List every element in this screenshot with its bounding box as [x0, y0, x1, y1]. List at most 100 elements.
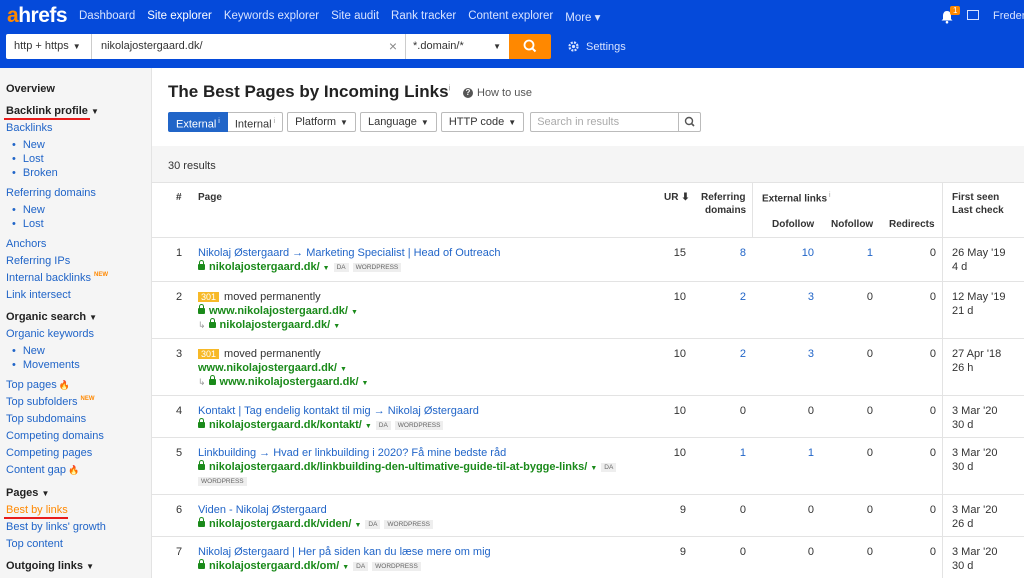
sidebar-outgoing-links[interactable]: Outgoing links ▼ — [6, 560, 94, 572]
target-input[interactable]: nikolajostergaard.dk/× — [92, 34, 405, 59]
row-url[interactable]: nikolajostergaard.dk/om/▼ DA WORDPRESS — [198, 559, 421, 572]
col-redirects[interactable]: Redirects — [889, 219, 935, 230]
settings-button[interactable]: Settings — [567, 40, 626, 53]
sidebar-overview[interactable]: Overview — [6, 83, 55, 95]
col-ur[interactable]: UR ⬇ — [664, 192, 690, 203]
row-dofollow[interactable]: 1 — [794, 447, 814, 459]
search-button[interactable] — [509, 34, 551, 59]
row-dofollow[interactable]: 3 — [794, 348, 814, 360]
row-url[interactable]: nikolajostergaard.dk/kontakt/▼ DA WORDPRES… — [198, 418, 444, 431]
sidebar-top-pages[interactable]: Top pages 🔥 — [6, 379, 70, 391]
sidebar-ok-movements[interactable]: Movements — [12, 359, 80, 371]
row-url[interactable]: www.nikolajostergaard.dk/▼ — [198, 304, 358, 317]
filter-language[interactable]: Language ▼ — [359, 112, 437, 132]
row-url[interactable]: nikolajostergaard.dk/viden/▼ DA WORDPRESS — [198, 517, 434, 530]
filter-external[interactable]: External i — [168, 112, 228, 132]
sidebar-pages[interactable]: Pages ▼ — [6, 487, 49, 499]
sidebar-competing-pages[interactable]: Competing pages — [6, 447, 92, 459]
search-results-input[interactable]: Search in results — [530, 112, 680, 132]
chevron-down-icon[interactable]: ▼ — [323, 265, 330, 272]
row-url-text[interactable]: www.nikolajostergaard.dk/ — [198, 362, 337, 374]
protocol-select[interactable]: http + https ▼ — [6, 34, 92, 59]
chevron-down-icon[interactable]: ▼ — [354, 522, 361, 529]
sidebar-backlink-profile[interactable]: Backlink profile ▼ — [6, 105, 99, 117]
row-url-text[interactable]: www.nikolajostergaard.dk/ — [209, 305, 348, 317]
row-page-title[interactable]: Viden - Nikolaj Østergaard — [198, 504, 327, 516]
row-referring-domains[interactable]: 2 — [726, 348, 746, 360]
sidebar-referring-ips[interactable]: Referring IPs — [6, 255, 70, 267]
sidebar-top-subdomains[interactable]: Top subdomains — [6, 413, 86, 425]
sidebar-rd-lost[interactable]: Lost — [12, 218, 44, 230]
nav-site-audit[interactable]: Site audit — [331, 10, 379, 24]
how-to-use-link[interactable]: ? How to use — [463, 87, 532, 99]
col-page[interactable]: Page — [198, 192, 222, 203]
sidebar-backlinks-broken[interactable]: Broken — [12, 167, 58, 179]
row-dofollow[interactable]: 10 — [794, 247, 814, 259]
row-nofollow[interactable]: 1 — [853, 247, 873, 259]
mode-select[interactable]: *.domain/* ▼ — [405, 34, 509, 59]
chevron-down-icon[interactable]: ▼ — [333, 323, 340, 330]
sidebar-link-intersect[interactable]: Link intersect — [6, 289, 71, 301]
chevron-down-icon[interactable]: ▼ — [342, 564, 349, 571]
nav-site-explorer[interactable]: Site explorer — [147, 10, 212, 24]
row-url[interactable]: nikolajostergaard.dk/▼ — [208, 318, 340, 331]
nav-rank-tracker[interactable]: Rank tracker — [391, 10, 456, 24]
row-url-text[interactable]: nikolajostergaard.dk/linkbuilding-den-ul… — [209, 461, 587, 473]
sidebar-referring-domains[interactable]: Referring domains — [6, 187, 96, 199]
chevron-down-icon[interactable]: ▼ — [365, 423, 372, 430]
chevron-down-icon[interactable]: ▼ — [340, 366, 347, 373]
search-results-button[interactable] — [679, 112, 702, 132]
row-page-title[interactable]: Linkbuilding → Hvad er linkbuilding i 20… — [198, 447, 506, 459]
row-referring-domains[interactable]: 8 — [726, 247, 746, 259]
sidebar-anchors[interactable]: Anchors — [6, 238, 46, 250]
sidebar-best-by-links-growth[interactable]: Best by links' growth — [6, 521, 106, 533]
chevron-down-icon[interactable]: ▼ — [362, 380, 369, 387]
nav-dashboard[interactable]: Dashboard — [79, 10, 135, 24]
sidebar-top-content[interactable]: Top content — [6, 538, 63, 550]
row-dofollow[interactable]: 3 — [794, 291, 814, 303]
filter-internal[interactable]: Internal i — [227, 112, 284, 132]
col-dofollow[interactable]: Dofollow — [772, 219, 814, 230]
sidebar-organic-keywords[interactable]: Organic keywords — [6, 328, 94, 340]
row-url-text[interactable]: nikolajostergaard.dk/ — [220, 319, 331, 331]
sidebar-backlinks-new[interactable]: New — [12, 139, 45, 151]
row-url[interactable]: nikolajostergaard.dk/linkbuilding-den-ul… — [198, 460, 617, 473]
user-menu[interactable]: Freder — [993, 10, 1024, 22]
col-nofollow[interactable]: Nofollow — [831, 219, 873, 230]
chevron-down-icon[interactable]: ▼ — [590, 465, 597, 472]
sidebar-rd-new[interactable]: New — [12, 204, 45, 216]
row-url-text[interactable]: www.nikolajostergaard.dk/ — [220, 376, 359, 388]
row-page-title[interactable]: Kontakt | Tag endelig kontakt til mig → … — [198, 405, 479, 417]
sidebar-competing-domains[interactable]: Competing domains — [6, 430, 104, 442]
row-url-text[interactable]: nikolajostergaard.dk/kontakt/ — [209, 419, 362, 431]
row-referring-domains[interactable]: 1 — [726, 447, 746, 459]
col-last-check[interactable]: Last check — [952, 205, 1004, 216]
sidebar-backlinks-lost[interactable]: Lost — [12, 153, 44, 165]
sidebar-backlinks[interactable]: Backlinks — [6, 122, 52, 134]
row-url[interactable]: nikolajostergaard.dk/▼ DA WORDPRESS — [198, 260, 402, 273]
ahrefs-logo[interactable]: ahrefs — [7, 4, 68, 28]
row-url[interactable]: www.nikolajostergaard.dk/▼ — [208, 375, 369, 388]
sidebar-organic-search[interactable]: Organic search ▼ — [6, 311, 97, 323]
sidebar-ok-new[interactable]: New — [12, 345, 45, 357]
sidebar-best-by-links[interactable]: Best by links — [6, 504, 68, 516]
clear-icon[interactable]: × — [389, 34, 397, 59]
nav-content-explorer[interactable]: Content explorer — [468, 10, 553, 24]
row-page-title[interactable]: Nikolaj Østergaard | Her på siden kan du… — [198, 546, 491, 558]
sidebar-internal-backlinks[interactable]: Internal backlinks NEW — [6, 272, 108, 284]
info-icon[interactable]: i — [449, 83, 451, 92]
nav-keywords-explorer[interactable]: Keywords explorer — [224, 10, 319, 24]
row-page-title[interactable]: Nikolaj Østergaard → Marketing Specialis… — [198, 247, 500, 259]
filter-platform[interactable]: Platform ▼ — [287, 112, 356, 132]
row-url-text[interactable]: nikolajostergaard.dk/ — [209, 261, 320, 273]
row-url-text[interactable]: nikolajostergaard.dk/om/ — [209, 560, 339, 572]
col-first-seen[interactable]: First seen — [952, 192, 999, 203]
row-url-text[interactable]: nikolajostergaard.dk/viden/ — [209, 518, 351, 530]
filter-http-code[interactable]: HTTP code ▼ — [440, 112, 525, 132]
sidebar-content-gap[interactable]: Content gap 🔥 — [6, 464, 79, 476]
col-referring-domains[interactable]: Referring — [701, 192, 745, 203]
chevron-down-icon[interactable]: ▼ — [351, 309, 358, 316]
row-url[interactable]: www.nikolajostergaard.dk/▼ — [198, 362, 347, 374]
monitor-icon[interactable] — [967, 10, 979, 20]
sidebar-top-subfolders[interactable]: Top subfolders NEW — [6, 396, 95, 408]
